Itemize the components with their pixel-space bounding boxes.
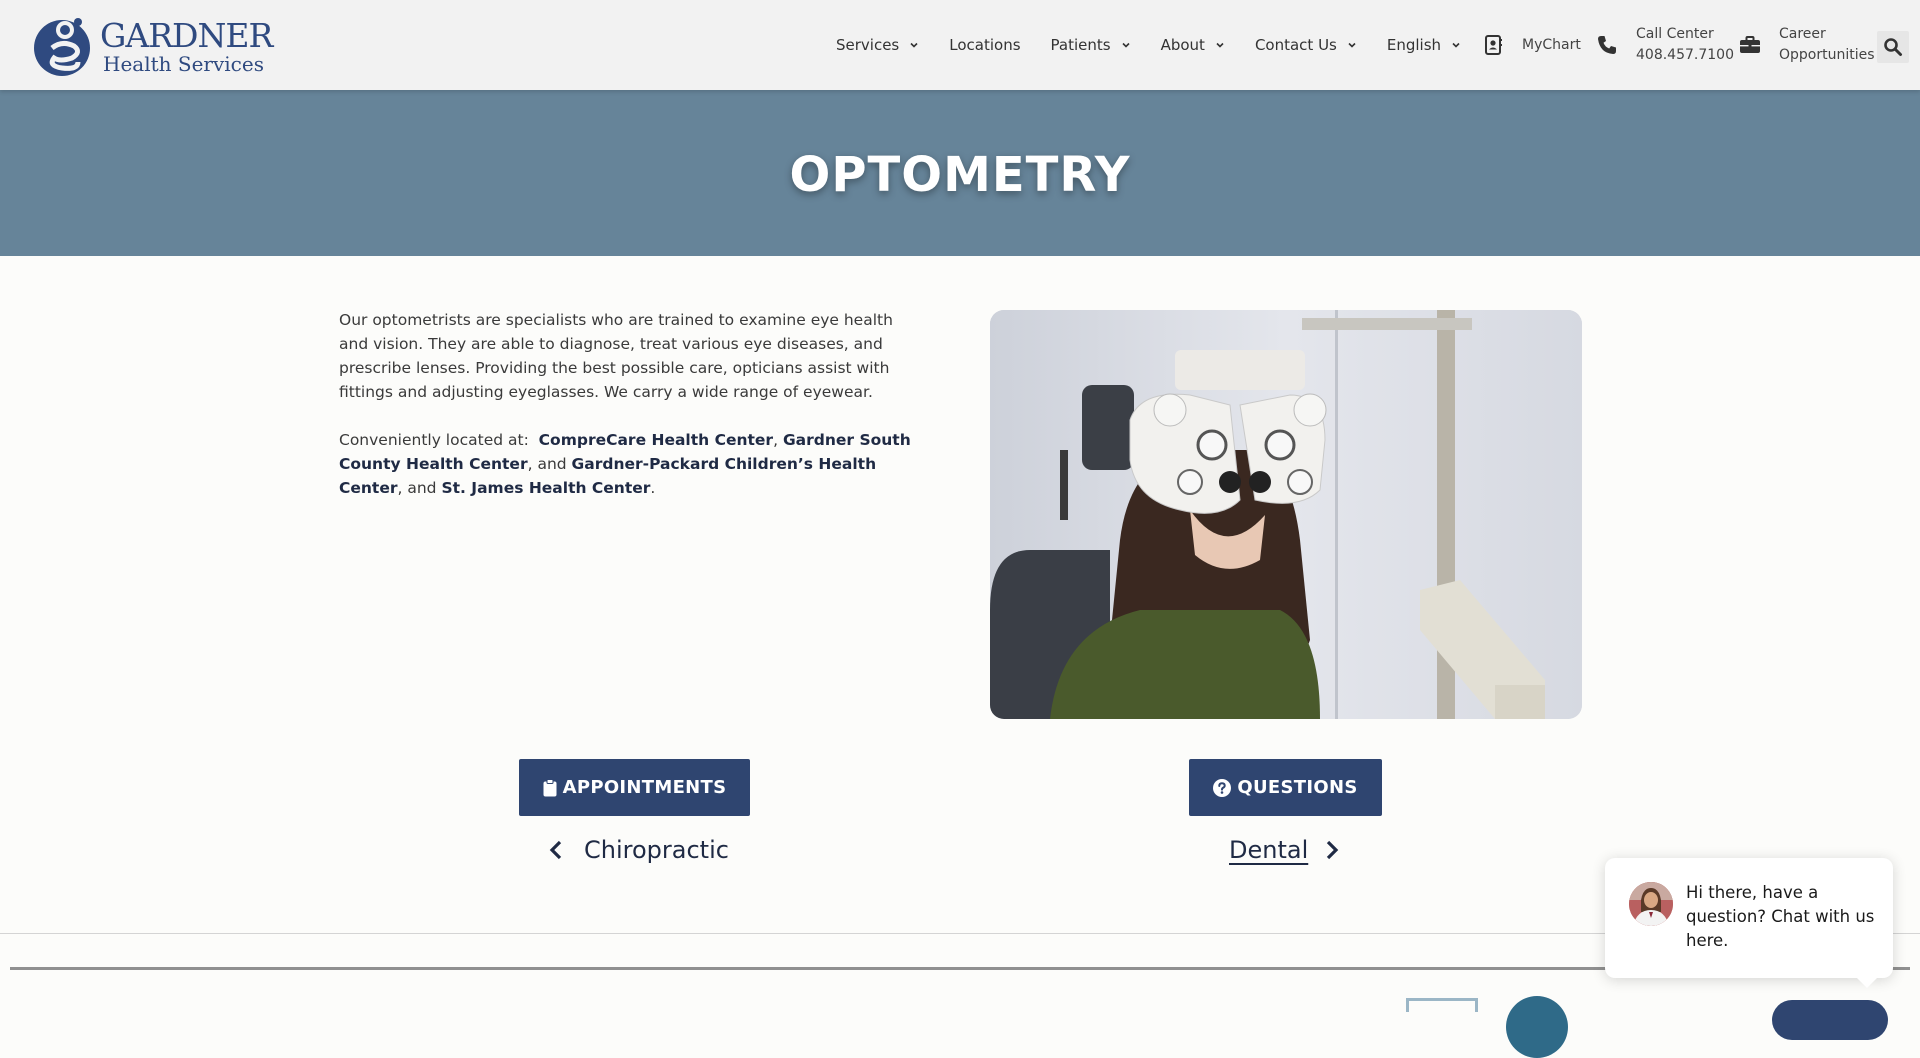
- locations-paragraph: Conveniently located at: CompreCare Heal…: [339, 431, 911, 497]
- doctor-avatar-icon: [1629, 882, 1673, 926]
- nav-locations[interactable]: Locations: [949, 36, 1020, 54]
- chat-message: Hi there, have a question? Chat with us …: [1686, 883, 1875, 950]
- eye-exam-photo: [990, 310, 1582, 719]
- question-circle-icon: [1213, 778, 1232, 797]
- location-link[interactable]: St. James Health Center: [441, 479, 650, 497]
- chat-launcher-button[interactable]: [1772, 1000, 1888, 1040]
- chat-popup[interactable]: Hi there, have a question? Chat with us …: [1605, 858, 1893, 988]
- chevron-down-icon: [1122, 42, 1130, 48]
- nav-contact-us[interactable]: Contact Us: [1255, 36, 1357, 54]
- clipboard-icon: [543, 778, 557, 796]
- chevron-down-icon: [910, 42, 918, 48]
- mychart-link[interactable]: MyChart: [1482, 0, 1581, 90]
- chevron-right-icon: [1327, 840, 1339, 860]
- search-icon: [1884, 38, 1902, 56]
- site-header: GARDNER Health Services Services Locatio…: [0, 0, 1920, 90]
- hero-banner: OPTOMETRY: [0, 90, 1920, 256]
- appointments-button[interactable]: APPOINTMENTS: [519, 759, 750, 816]
- agent-avatar: [1629, 882, 1673, 926]
- location-link[interactable]: CompreCare Health Center: [539, 431, 773, 449]
- gardner-logo-icon: [34, 18, 90, 76]
- search-button[interactable]: [1877, 31, 1909, 63]
- footer-badge: [1406, 998, 1478, 1012]
- phone-icon: [1598, 36, 1616, 54]
- call-center-label: Call Center: [1636, 26, 1714, 42]
- page-title: OPTOMETRY: [789, 147, 1131, 203]
- logo-line1: GARDNER: [100, 15, 273, 55]
- chevron-down-icon: [1452, 42, 1460, 48]
- nav-patients[interactable]: Patients: [1051, 36, 1131, 54]
- intro-paragraph: Our optometrists are specialists who are…: [339, 311, 893, 401]
- address-book-icon: [1485, 35, 1502, 55]
- call-center-link[interactable]: Call Center 408.457.7100: [1596, 0, 1734, 90]
- career-opportunities-link[interactable]: Career Opportunities: [1739, 0, 1875, 90]
- nav-about[interactable]: About: [1161, 36, 1225, 54]
- service-description: Our optometrists are specialists who are…: [339, 308, 924, 524]
- next-service-link[interactable]: Dental: [1229, 830, 1340, 870]
- prev-service-link[interactable]: Chiropractic: [548, 830, 729, 870]
- chevron-down-icon: [1348, 42, 1356, 48]
- questions-button[interactable]: QUESTIONS: [1189, 759, 1382, 816]
- eye-exam-illustration: [990, 310, 1582, 719]
- logo[interactable]: GARDNER Health Services: [32, 14, 273, 78]
- main-nav: Services Locations Patients About Contac…: [836, 0, 1491, 90]
- footer-seal: [1506, 996, 1568, 1058]
- call-center-phone: 408.457.7100: [1636, 47, 1734, 63]
- briefcase-icon: [1740, 36, 1760, 53]
- chevron-left-icon: [549, 840, 562, 860]
- logo-line2: Health Services: [103, 51, 264, 76]
- chevron-down-icon: [1216, 42, 1224, 48]
- language-selector[interactable]: English: [1387, 36, 1461, 54]
- nav-services[interactable]: Services: [836, 36, 919, 54]
